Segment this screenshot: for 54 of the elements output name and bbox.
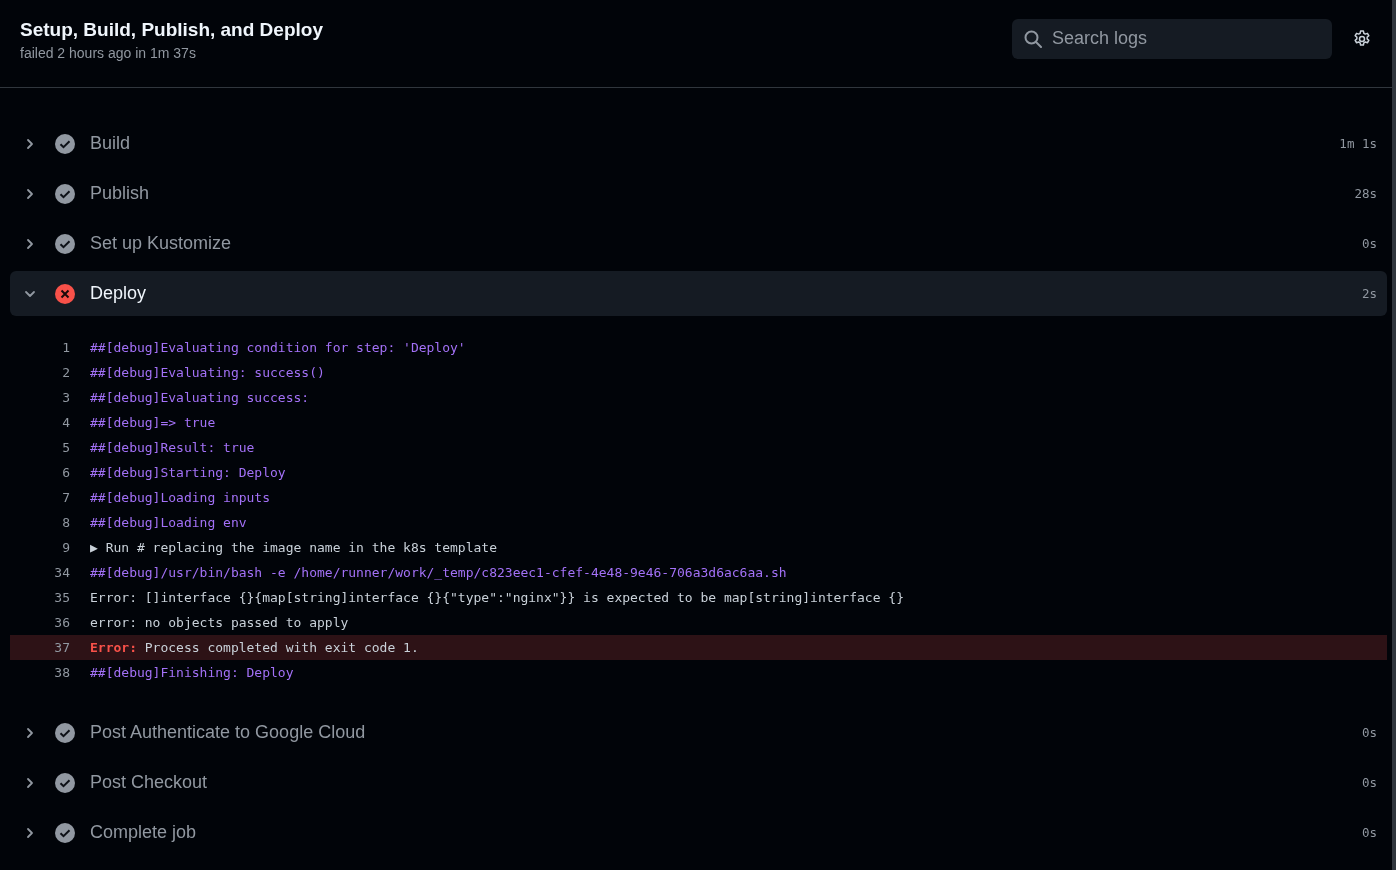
step-row[interactable]: Publish 28s (10, 171, 1387, 216)
line-number: 6 (61, 465, 70, 480)
step-row[interactable]: Post Authenticate to Google Cloud 0s (10, 710, 1387, 755)
line-number: 5 (61, 440, 70, 455)
search-icon (1024, 29, 1042, 48)
step-row[interactable]: Post Checkout 0s (10, 760, 1387, 805)
line-number: 2 (61, 365, 70, 380)
step-duration: 0s (1361, 236, 1377, 251)
log-text: Error: []interface {}{map[string]interface {}{"type":"nginx"}} is expected to be map[string]interface {} (90, 590, 904, 605)
step-duration: 2s (1361, 286, 1377, 301)
log-error-text: Error: Process completed with exit code 1. (90, 640, 419, 655)
log-text: ##[debug]/usr/bin/bash -e /home/runner/work/_temp/c823eec1-cfef-4e48-9e46-706a3d6ac6aa.sh (90, 565, 787, 580)
step-duration: 28s (1354, 186, 1377, 201)
line-number: 4 (61, 415, 70, 430)
settings-icon (1352, 28, 1372, 49)
log-text: ##[debug]Starting: Deploy (90, 465, 286, 480)
line-number: 9 (61, 540, 70, 555)
chevron-icon (24, 726, 36, 739)
chevron-icon (24, 237, 36, 250)
log-text: ##[debug]Finishing: Deploy (90, 665, 294, 680)
log-text: error: no objects passed to apply (90, 615, 349, 630)
step-duration: 0s (1361, 725, 1377, 740)
line-number: 1 (61, 340, 70, 355)
step-duration: 1m 1s (1339, 136, 1377, 151)
chevron-icon (24, 187, 36, 200)
step-row[interactable]: Complete job 0s (10, 810, 1387, 855)
step-row[interactable]: Deploy 2s (10, 271, 1387, 316)
line-number: 38 (53, 665, 70, 680)
job-title: Setup, Build, Publish, and Deploy (20, 18, 324, 41)
log-text: ##[debug]Evaluating success: (90, 390, 310, 405)
chevron-icon (24, 137, 36, 150)
step-row[interactable]: Build 1m 1s (10, 121, 1387, 166)
log-text: ##[debug]Loading env (90, 515, 247, 530)
step-row[interactable]: Set up Kustomize 0s (10, 221, 1387, 266)
search-field[interactable]: Search logs (1012, 18, 1332, 59)
log-text: ##[debug]Evaluating condition for step: 'Deploy' (90, 340, 466, 355)
line-number: 37 (53, 640, 70, 655)
settings-button[interactable] (1352, 28, 1372, 49)
line-number: 3 (61, 390, 70, 405)
line-number: 36 (53, 615, 70, 630)
log-text: ##[debug]Loading inputs (90, 490, 270, 505)
log-text: ##[debug]Evaluating: success() (90, 365, 325, 380)
chevron-icon (24, 826, 36, 839)
line-number: 8 (61, 515, 70, 530)
line-number: 7 (61, 490, 70, 505)
job-status-text: failed 2 hours ago in 1m 37s (20, 44, 197, 61)
line-number: 34 (53, 565, 70, 580)
log-group-toggle[interactable]: ▶ Run # replacing the image name in the k8s template (90, 540, 497, 555)
step-duration: 0s (1361, 825, 1377, 840)
log-text: ##[debug]Result: true (90, 440, 255, 455)
line-number: 35 (53, 590, 70, 605)
chevron-icon (24, 776, 36, 789)
log-text: ##[debug]=> true (90, 415, 216, 430)
step-duration: 0s (1361, 775, 1377, 790)
